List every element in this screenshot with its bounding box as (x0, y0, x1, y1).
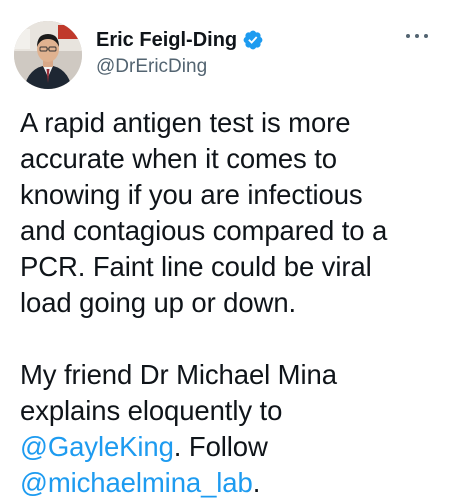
mention-gayleking-link[interactable]: @GayleKing (20, 431, 174, 462)
tweet-line: @michaelmina_lab. (20, 465, 440, 501)
tweet-line: knowing if you are infectious (20, 179, 363, 210)
profile-photo (14, 21, 82, 89)
tweet-line: PCR. Faint line could be viral (20, 251, 372, 282)
author-display-name[interactable]: Eric Feigl-Ding (96, 28, 237, 52)
tweet-line: My friend Dr Michael Mina (20, 359, 337, 390)
author-name-row[interactable]: Eric Feigl-Ding (96, 28, 264, 52)
author-handle[interactable]: @DrEricDing (96, 55, 207, 79)
tweet-line: load going up or down. (20, 287, 297, 318)
tweet-text-fragment: . (252, 467, 261, 498)
tweet-line: accurate when it comes to (20, 143, 337, 174)
tweet-line: A rapid antigen test is more (20, 107, 351, 138)
verified-badge-icon (242, 29, 264, 51)
tweet-paragraph-2: My friend Dr Michael Mina explains eloqu… (20, 357, 440, 501)
tweet: Eric Feigl-Ding @DrEricDing A rapid anti… (0, 0, 449, 500)
author-avatar[interactable] (14, 21, 82, 89)
tweet-text: A rapid antigen test is more accurate wh… (20, 105, 440, 501)
tweet-line: explains eloquently to (20, 395, 283, 426)
mention-michaelmina-lab-link[interactable]: @michaelmina_lab (20, 467, 253, 498)
more-options-icon[interactable] (403, 26, 431, 46)
tweet-paragraph-1: A rapid antigen test is more accurate wh… (20, 105, 440, 321)
tweet-line: and contagious compared to a (20, 215, 388, 246)
tweet-text-fragment: . Follow (173, 431, 268, 462)
tweet-line: @GayleKing. Follow (20, 429, 440, 465)
